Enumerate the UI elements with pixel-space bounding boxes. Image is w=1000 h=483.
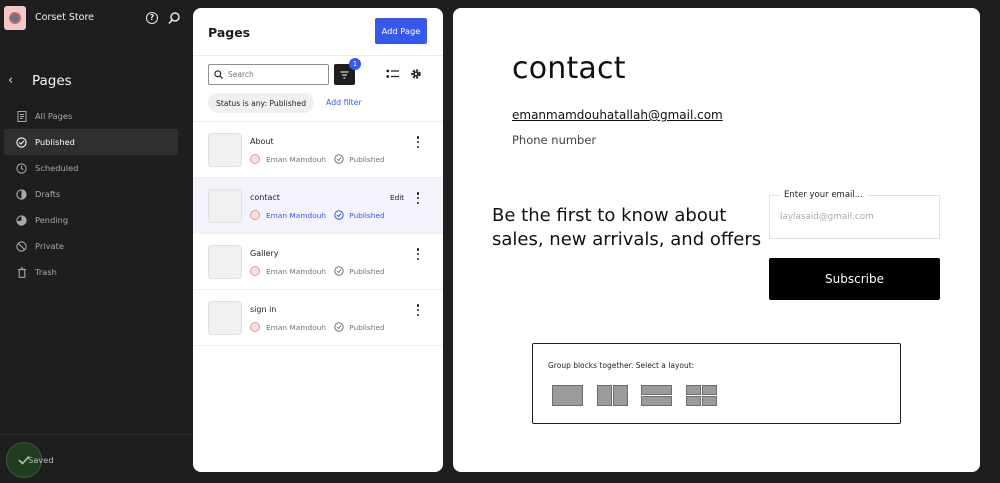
contact-email-link[interactable]: emanmamdouhatallah@gmail.com xyxy=(512,108,723,122)
panel-divider xyxy=(193,55,443,56)
sidebar-item-label: All Pages xyxy=(35,111,73,121)
author-name: Eman Mamdouh xyxy=(266,322,327,332)
help-icon[interactable]: ? xyxy=(146,12,158,24)
site-logo[interactable] xyxy=(4,6,26,30)
author-name: Eman Mamdouh xyxy=(266,210,327,220)
newsletter-headline[interactable]: Be the first to know about sales, new ar… xyxy=(492,204,762,252)
page-status: Published xyxy=(349,154,385,164)
page-status: Published xyxy=(349,266,385,276)
page-status: Published xyxy=(349,322,385,332)
more-actions-icon[interactable] xyxy=(415,303,421,317)
row-layout-icon[interactable] xyxy=(597,385,628,406)
page-status: Published xyxy=(349,210,385,220)
clock-icon xyxy=(16,162,27,174)
search-icon[interactable] xyxy=(167,11,181,25)
sidebar-item-label: Private xyxy=(35,241,64,251)
search-input[interactable] xyxy=(228,70,318,79)
more-actions-icon[interactable] xyxy=(415,135,421,149)
email-field-label: Enter your email... xyxy=(780,190,867,200)
filter-icon xyxy=(340,70,349,79)
private-icon xyxy=(16,240,27,252)
page-title[interactable]: About xyxy=(250,137,274,146)
panel-title: Pages xyxy=(208,25,251,40)
newsletter-email-input[interactable] xyxy=(780,212,930,222)
gear-icon[interactable] xyxy=(410,68,422,80)
more-actions-icon[interactable] xyxy=(415,191,421,205)
check-circle-icon xyxy=(334,154,344,164)
drafts-icon xyxy=(16,188,27,200)
sidebar-title: Pages xyxy=(32,73,72,89)
sidebar-item-label: Published xyxy=(35,137,75,147)
sidebar-item-published[interactable]: Published xyxy=(4,129,178,155)
author-name: Eman Mamdouh xyxy=(266,266,327,276)
sidebar-item-label: Scheduled xyxy=(35,163,79,173)
check-circle-icon xyxy=(334,322,344,332)
author-avatar xyxy=(250,322,260,332)
page-meta: Eman Mamdouh Published xyxy=(250,210,385,220)
search-field[interactable] xyxy=(208,64,329,85)
subscribe-button[interactable]: Subscribe xyxy=(769,258,940,300)
author-avatar xyxy=(250,266,260,276)
site-header: Corset Store ? xyxy=(0,0,192,38)
check-circle-icon xyxy=(334,210,344,220)
more-actions-icon[interactable] xyxy=(415,247,421,261)
sidebar-item-trash[interactable]: Trash xyxy=(4,259,178,285)
author-name: Eman Mamdouh xyxy=(266,154,327,164)
pages-panel: Pages Add Page 1 Status is any: Publishe… xyxy=(193,8,443,472)
author-avatar xyxy=(250,154,260,164)
check-circle-icon xyxy=(16,136,27,148)
back-arrow-icon[interactable]: ‹ xyxy=(8,74,20,88)
newsletter-email-field[interactable]: Enter your email... xyxy=(769,190,940,239)
page-thumbnail[interactable] xyxy=(208,301,242,335)
preview-title[interactable]: contact xyxy=(512,51,626,86)
check-circle-icon xyxy=(334,266,344,276)
stack-layout-icon[interactable] xyxy=(641,385,672,406)
sidebar-item-private[interactable]: Private xyxy=(4,233,178,259)
edit-button[interactable]: Edit xyxy=(390,193,404,202)
filter-count-badge: 1 xyxy=(349,58,361,70)
list-layout-icon[interactable] xyxy=(386,68,400,80)
page-title[interactable]: sign in xyxy=(250,305,276,314)
add-page-button[interactable]: Add Page xyxy=(375,18,427,44)
sidebar-item-label: Pending xyxy=(35,215,69,225)
page-title[interactable]: Gallery xyxy=(250,249,279,258)
add-filter-link[interactable]: Add filter xyxy=(326,98,362,107)
page-meta: Eman Mamdouh Published xyxy=(250,154,385,164)
saved-status: Saved xyxy=(6,440,176,480)
list-item[interactable]: About Eman Mamdouh Published xyxy=(193,122,443,178)
page-thumbnail[interactable] xyxy=(208,245,242,279)
sidebar-item-scheduled[interactable]: Scheduled xyxy=(4,155,178,181)
phone-number[interactable]: Phone number xyxy=(512,133,596,147)
document-icon xyxy=(16,110,27,122)
search-icon xyxy=(214,70,223,79)
sidebar-item-pending[interactable]: Pending xyxy=(4,207,178,233)
list-item[interactable]: contact Eman Mamdouh Published Edit xyxy=(193,178,443,234)
pending-icon xyxy=(16,214,27,226)
status-filter-chip[interactable]: Status is any: Published xyxy=(208,93,315,113)
sidebar-nav: All Pages Published Scheduled Drafts Pen… xyxy=(4,103,178,285)
sidebar-item-label: Trash xyxy=(35,267,57,277)
page-thumbnail[interactable] xyxy=(208,133,242,167)
page-meta: Eman Mamdouh Published xyxy=(250,266,385,276)
group-block-placeholder[interactable]: Group blocks together. Select a layout: xyxy=(532,343,901,424)
sidebar-item-all-pages[interactable]: All Pages xyxy=(4,103,178,129)
group-layout-icon[interactable] xyxy=(552,385,583,406)
saved-label: Saved xyxy=(28,455,54,465)
group-block-label: Group blocks together. Select a layout: xyxy=(548,361,695,370)
list-item[interactable]: sign in Eman Mamdouh Published xyxy=(193,290,443,346)
page-preview[interactable]: contact emanmamdouhatallah@gmail.com Pho… xyxy=(453,8,980,472)
sidebar-item-label: Drafts xyxy=(35,189,61,199)
trash-icon xyxy=(16,266,27,278)
page-thumbnail[interactable] xyxy=(208,189,242,223)
sidebar: Corset Store ? ‹ Pages All Pages Publish… xyxy=(0,0,192,483)
page-meta: Eman Mamdouh Published xyxy=(250,322,385,332)
site-name[interactable]: Corset Store xyxy=(35,12,94,23)
author-avatar xyxy=(250,210,260,220)
list-item[interactable]: Gallery Eman Mamdouh Published xyxy=(193,234,443,290)
sidebar-divider xyxy=(0,434,192,435)
page-title[interactable]: contact xyxy=(250,193,280,202)
sidebar-item-drafts[interactable]: Drafts xyxy=(4,181,178,207)
grid-layout-icon[interactable] xyxy=(686,385,717,406)
